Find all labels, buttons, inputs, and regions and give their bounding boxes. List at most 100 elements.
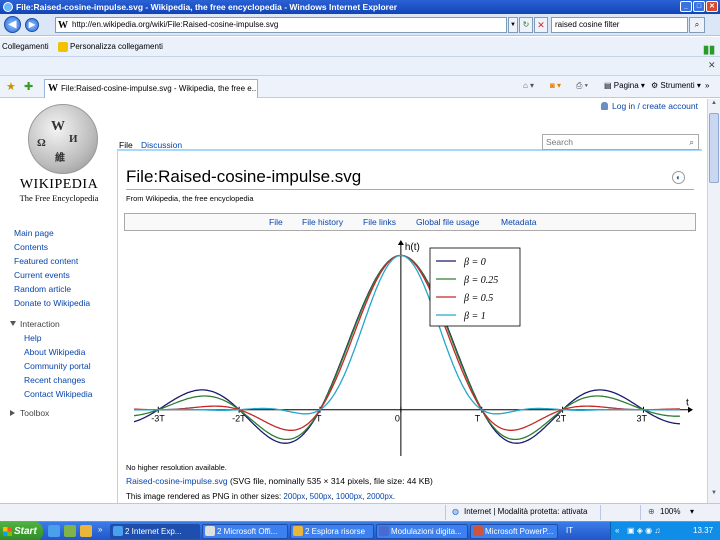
size-link-2000[interactable]: 2000px (367, 492, 393, 501)
close-button[interactable]: ✕ (706, 1, 718, 12)
links-bar-label[interactable]: Collegamenti (2, 37, 49, 57)
size-link-500[interactable]: 500px (310, 492, 332, 501)
series-line-0 (133, 254, 680, 444)
forward-button[interactable]: ▶ (25, 18, 39, 32)
zoom-dropdown-icon[interactable]: ▾ (690, 507, 694, 516)
audio-icon[interactable]: ◐ (672, 171, 685, 184)
page-title: File:Raised-cosine-impulse.svg (126, 167, 362, 186)
tab-active[interactable]: W File:Raised-cosine-impulse.svg - Wikip… (44, 79, 258, 98)
file-info: (SVG file, nominally 535 × 314 pixels, f… (229, 476, 433, 486)
links-bar: Collegamenti Personalizza collegamenti ▮… (0, 37, 720, 57)
size-link-1000[interactable]: 1000px (336, 492, 362, 501)
tools-menu[interactable]: ⚙ Strumenti ▾ (651, 81, 701, 90)
series-line-1 (133, 254, 680, 441)
file-tab-file[interactable]: File (269, 217, 283, 227)
file-link[interactable]: Raised-cosine-impulse.svg (126, 476, 228, 486)
address-input[interactable]: W http://en.wikipedia.org/wiki/File:Rais… (55, 17, 507, 33)
address-dropdown-button[interactable]: ▼ (508, 17, 518, 33)
wikipedia-globe-logo[interactable]: W Ω И 維 (28, 104, 98, 174)
tray-expand-icon[interactable]: « (615, 526, 619, 535)
file-tab-links[interactable]: File links (363, 217, 396, 227)
file-tabs: File File history File links Global file… (124, 213, 696, 231)
toolbar-spacer: ✕ (0, 57, 720, 76)
sidebar-item-featured-content[interactable]: Featured content (14, 254, 93, 268)
file-tab-global-usage[interactable]: Global file usage (416, 217, 479, 227)
favorites-star-icon[interactable]: ★ (6, 80, 16, 93)
scroll-up-icon[interactable]: ▲ (709, 100, 719, 112)
legend-label-0: β = 0 (463, 257, 486, 268)
scroll-down-icon[interactable]: ▼ (709, 490, 719, 502)
page-menu[interactable]: ▤ Pagina ▾ (604, 81, 645, 90)
add-favorite-icon[interactable]: ✚ (24, 80, 33, 93)
rendered-sizes-line: This image rendered as PNG in other size… (126, 492, 396, 501)
zoom-icon: ⊕ (648, 507, 655, 516)
taskbar-item-powerpoint[interactable]: Microsoft PowerP... (470, 524, 558, 539)
scroll-thumb[interactable] (709, 113, 719, 183)
sidebar-item-donate[interactable]: Donate to Wikipedia (14, 296, 93, 310)
sidebar-section-toolbox[interactable]: Toolbox (10, 406, 93, 420)
folder-quicklaunch-icon[interactable] (80, 525, 92, 537)
file-tab-history[interactable]: File history (302, 217, 343, 227)
print-icon[interactable]: ⎙ ▾ (576, 81, 588, 91)
customize-links[interactable]: Personalizza collegamenti (70, 37, 163, 57)
sidebar-item-main-page[interactable]: Main page (14, 226, 93, 240)
file-tab-metadata[interactable]: Metadata (501, 217, 536, 227)
sidebar-item-about[interactable]: About Wikipedia (14, 345, 93, 359)
maximize-button[interactable]: □ (693, 1, 705, 12)
y-axis-label: h(t) (405, 242, 420, 253)
search-icon[interactable]: ⌕ (689, 135, 694, 149)
address-toolbar: ◀ ▶ W http://en.wikipedia.org/wiki/File:… (0, 14, 720, 36)
raised-cosine-chart[interactable]: h(t)t-3T -2T -T 0 T 2T 3Tβ = 0β = 0.25β = 0.5β… (124, 234, 704, 464)
desktop-quicklaunch-icon[interactable] (64, 525, 76, 537)
ie-quicklaunch-icon[interactable] (48, 525, 60, 537)
sidebar-item-help[interactable]: Help (14, 331, 93, 345)
security-zone[interactable]: Internet | Modalità protetta: attivata (464, 507, 587, 516)
sidebar-section-interaction[interactable]: Interaction (10, 317, 93, 331)
size-link-200[interactable]: 200px (283, 492, 305, 501)
browser-search-input[interactable]: raised cosine filter (551, 17, 688, 33)
sidebar-item-community-portal[interactable]: Community portal (14, 359, 93, 373)
taskbar-item-ie[interactable]: 2 Internet Exp... (110, 524, 200, 539)
language-indicator[interactable]: IT (566, 526, 573, 535)
more-commands-icon[interactable]: » (705, 81, 709, 90)
wiki-search-input[interactable]: Search ⌕ (542, 134, 699, 150)
rendered-prefix: This image rendered as PNG in other size… (126, 492, 282, 501)
window-title-bar[interactable]: File:Raised-cosine-impulse.svg - Wikiped… (0, 0, 720, 14)
sidebar-item-current-events[interactable]: Current events (14, 268, 93, 282)
back-button[interactable]: ◀ (4, 16, 21, 33)
x-axis-label: t (686, 398, 689, 409)
sidebar-nav: Main page Contents Featured content Curr… (10, 226, 93, 420)
sidebar-item-contents[interactable]: Contents (14, 240, 93, 254)
zoom-level[interactable]: 100% (660, 507, 680, 516)
stop-icon[interactable]: ✕ (534, 17, 548, 33)
home-icon[interactable]: ⌂ ▾ (523, 81, 534, 90)
internet-explorer-icon (3, 2, 13, 12)
vertical-scrollbar[interactable]: ▲ ▼ (707, 99, 720, 503)
wikipedia-favicon-icon: W (48, 83, 58, 94)
taskbar-item-explorer[interactable]: 2 Esplora risorse (290, 524, 374, 539)
taskbar-item-document[interactable]: Modulazioni digita... (376, 524, 468, 539)
wikipedia-tagline: The Free Encyclopedia (19, 193, 99, 203)
wikipedia-wordmark: WIKIPEDIA (19, 177, 99, 192)
content-area: File:Raised-cosine-impulse.svg ◐ From Wi… (117, 150, 702, 503)
sidebar-item-contact[interactable]: Contact Wikipedia (14, 387, 93, 401)
sidebar-item-random-article[interactable]: Random article (14, 282, 93, 296)
quicklaunch-more-icon[interactable]: » (98, 525, 102, 534)
tab-file[interactable]: File (119, 140, 133, 150)
rss-icon[interactable]: ◙ ▾ (550, 81, 561, 90)
legend-label-1: β = 0.25 (463, 275, 498, 286)
tab-discussion[interactable]: Discussion (141, 140, 182, 150)
page-subtitle: From Wikipedia, the free encyclopedia (126, 194, 254, 203)
sidebar-item-recent-changes[interactable]: Recent changes (14, 373, 93, 387)
close-icon[interactable]: ✕ (708, 60, 716, 71)
x-tick-label: T (475, 414, 481, 424)
search-icon[interactable]: ⌕ (689, 17, 705, 33)
start-button[interactable]: Start (0, 522, 43, 540)
x-tick-label: -3T (151, 414, 165, 424)
login-link[interactable]: Log in / create account (601, 101, 698, 111)
minimize-button[interactable]: _ (680, 1, 692, 12)
taskbar-item-office[interactable]: 2 Microsoft Offi... (202, 524, 288, 539)
refresh-icon[interactable]: ↻ (519, 17, 533, 33)
window-title: File:Raised-cosine-impulse.svg - Wikiped… (16, 2, 398, 12)
tray-icons: ▣ ◈ ◉ ♫ (627, 526, 661, 535)
